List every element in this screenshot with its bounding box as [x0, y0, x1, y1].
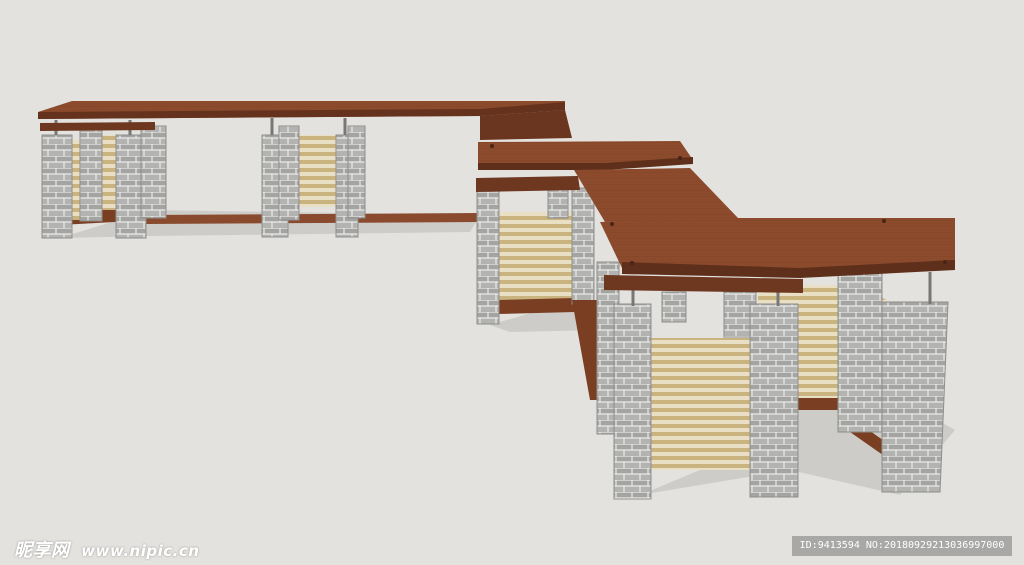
- brick-column: [278, 125, 300, 221]
- brick-column: [571, 187, 595, 305]
- brick-column: [347, 125, 366, 219]
- site-url: www.nipic.cn: [81, 542, 200, 560]
- slat-panel-center: [497, 212, 575, 304]
- brick-column: [547, 187, 569, 219]
- brick-column: [749, 303, 799, 498]
- beam-left: [40, 122, 155, 131]
- brick-column: [613, 303, 652, 500]
- image-id-bar: ID:9413594 NO:20180929213036997000: [792, 536, 1012, 556]
- site-watermark: 昵享网 www.nipic.cn: [14, 536, 199, 562]
- brick-column: [41, 134, 73, 239]
- brick-column: [79, 127, 103, 222]
- brick-column: [661, 291, 687, 323]
- pergola-scene: [38, 101, 955, 500]
- brick-column: [837, 271, 883, 433]
- site-logo: 昵享网: [14, 540, 70, 561]
- beam-right: [604, 275, 803, 293]
- brick-column: [140, 125, 167, 219]
- roof-step: [574, 168, 738, 222]
- beam-center: [476, 176, 580, 192]
- brick-column: [881, 301, 949, 493]
- bench-center: [497, 298, 575, 314]
- brick-column: [476, 187, 500, 325]
- slat-panel-mid: [295, 135, 340, 207]
